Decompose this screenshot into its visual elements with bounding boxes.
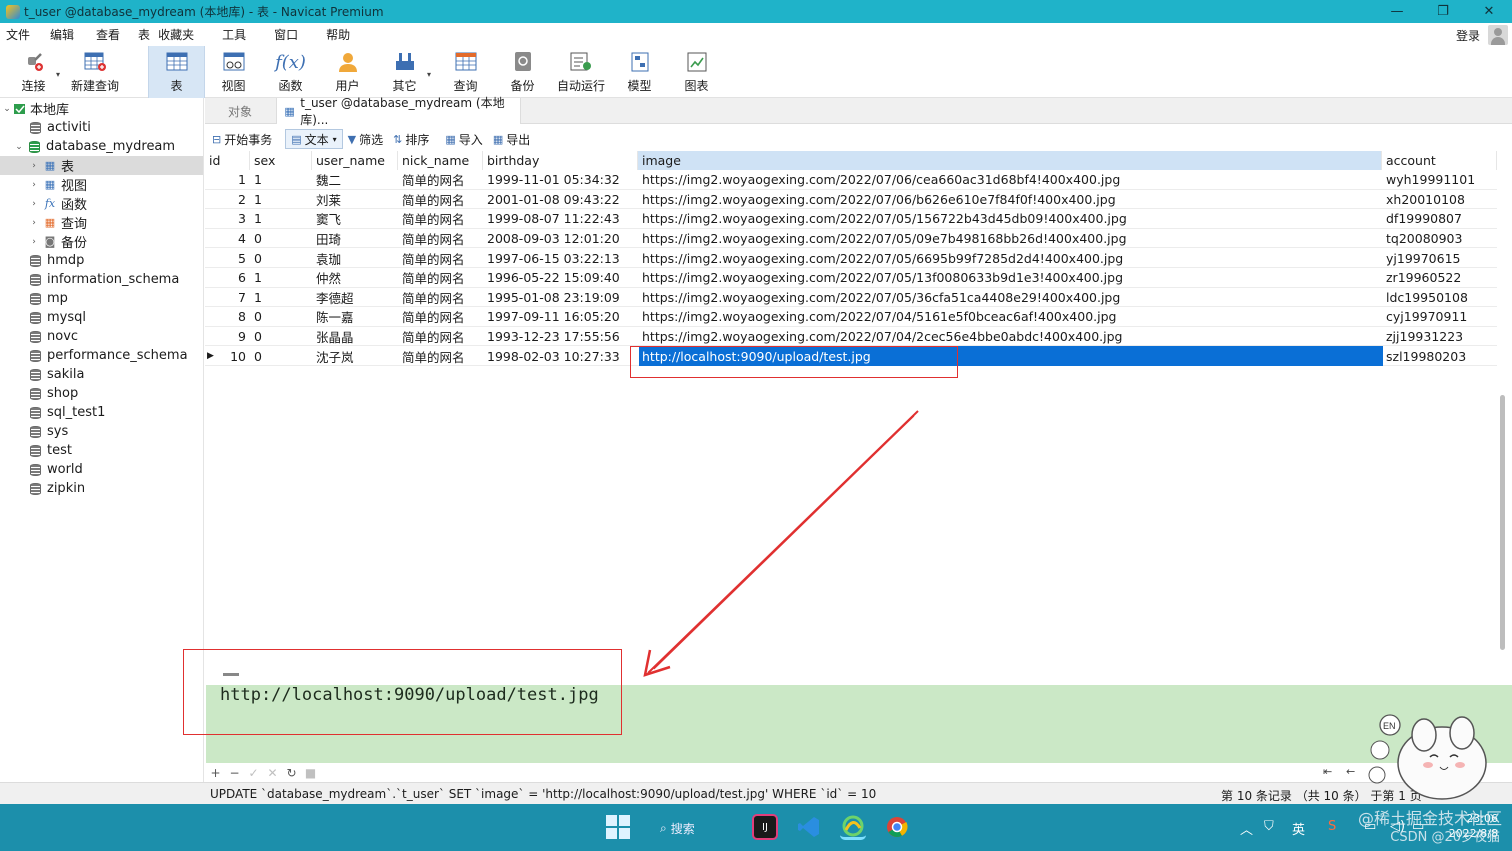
- refresh-icon[interactable]: ↻: [282, 766, 301, 780]
- stop-icon[interactable]: ■: [301, 766, 320, 780]
- apply-changes-icon[interactable]: ✓: [244, 766, 263, 780]
- mascot-sticker: EN: [1368, 714, 1487, 800]
- last-sql-statement: UPDATE `database_mydream`.`t_user` SET `…: [210, 787, 877, 801]
- intellij-glyph: IJ: [762, 821, 768, 833]
- record-navigator: + − ✓ ✕ ↻ ■ ⇤ ←: [206, 763, 1512, 782]
- search-label: 搜索: [670, 821, 695, 836]
- search-icon: ⌕: [660, 820, 667, 835]
- intellij-icon[interactable]: IJ: [752, 814, 778, 840]
- taskbar: ⌕ 搜索 IJ ︿ ⛉ 英 S ▭ ◁) ▭ 23:06 2022/8/8: [0, 804, 1512, 851]
- status-bar: UPDATE `database_mydream`.`t_user` SET `…: [0, 782, 1512, 804]
- security-shield-icon[interactable]: ⛉: [1264, 819, 1274, 834]
- arrow-line: [647, 410, 919, 674]
- vscode-icon[interactable]: [796, 814, 822, 840]
- tray-overflow-icon[interactable]: ︿: [1240, 819, 1253, 838]
- delete-record-icon[interactable]: −: [225, 766, 244, 780]
- annotation-highlight-panel: [183, 649, 622, 735]
- watermark-csdn: CSDN @20岁夜猫: [1390, 830, 1500, 845]
- vertical-scrollbar[interactable]: [1500, 395, 1505, 650]
- add-record-icon[interactable]: +: [206, 766, 225, 780]
- svg-text:EN: EN: [1383, 721, 1396, 731]
- chrome-icon[interactable]: [884, 814, 910, 840]
- navicat-icon[interactable]: [840, 814, 866, 840]
- taskbar-search[interactable]: ⌕ 搜索: [660, 816, 730, 840]
- windows-logo-icon: [606, 815, 630, 839]
- arrow-line: [653, 415, 915, 670]
- sogou-icon[interactable]: S: [1328, 819, 1336, 834]
- ime-indicator[interactable]: 英: [1292, 819, 1305, 838]
- prev-page-icon[interactable]: ←: [1346, 765, 1355, 778]
- discard-changes-icon[interactable]: ✕: [263, 766, 282, 780]
- start-button[interactable]: [605, 814, 631, 840]
- first-page-icon[interactable]: ⇤: [1323, 765, 1332, 778]
